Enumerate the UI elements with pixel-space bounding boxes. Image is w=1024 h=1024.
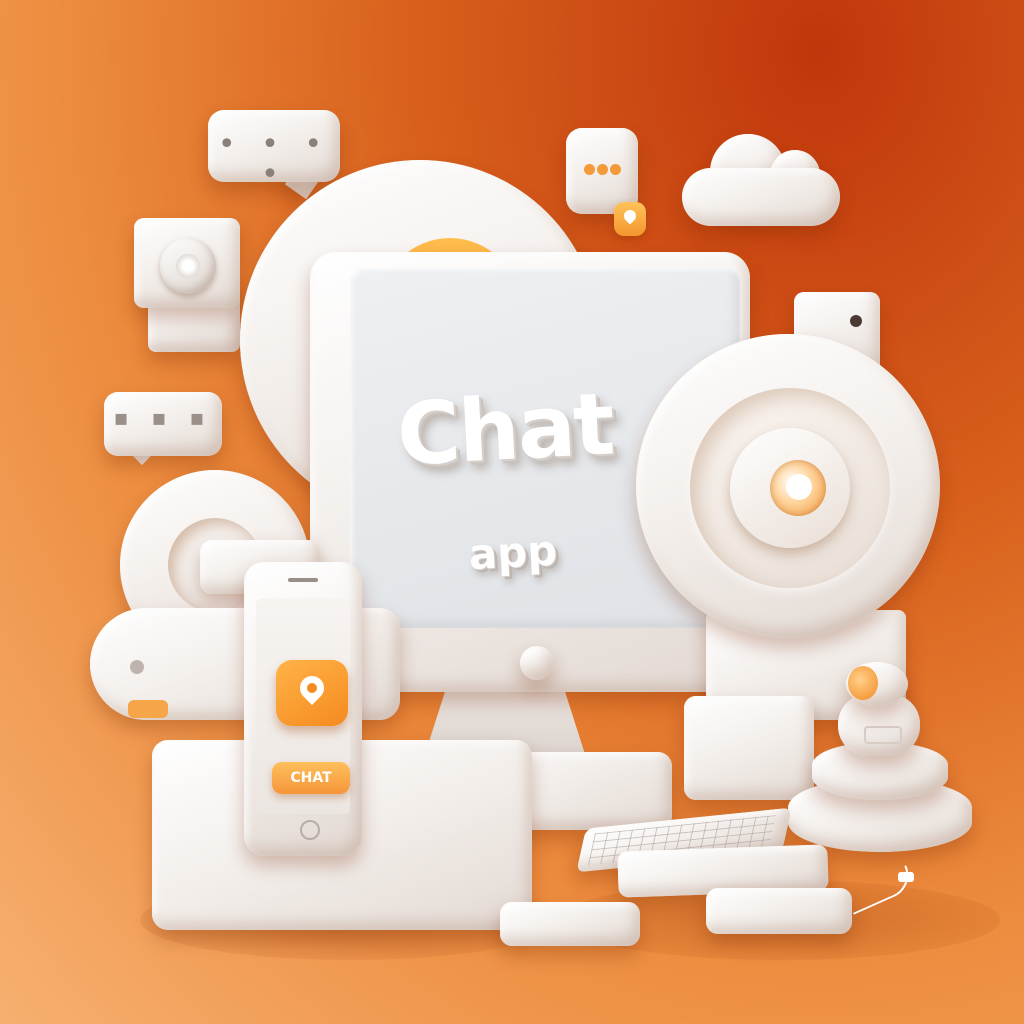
- chat-bubble-icon: ▪ ▪ ▪: [104, 392, 222, 456]
- mount-hole: [850, 315, 862, 327]
- side-bar-hole: [130, 660, 144, 674]
- robot-face: [848, 666, 878, 700]
- phone-home-button: [300, 820, 320, 840]
- phone-speaker: [288, 578, 318, 582]
- chat-bubble-icon: • • • •: [208, 110, 340, 190]
- bubble-orange-dots: [584, 160, 624, 176]
- side-bar-accent: [128, 700, 168, 718]
- phone-chat-button: CHAT: [272, 762, 350, 794]
- monitor-power-button: [520, 646, 554, 680]
- camera-lens-core: [786, 474, 812, 500]
- mouse-icon: [706, 888, 852, 934]
- robot-chest-panel: [864, 726, 902, 744]
- cable-plug: [898, 872, 914, 882]
- bubble-dots: • • • •: [217, 127, 331, 192]
- webcam-lens: [176, 254, 200, 278]
- chat-title: Chat: [394, 374, 616, 486]
- mouse-icon: [500, 902, 640, 946]
- app-subtitle: app: [467, 525, 559, 580]
- cloud-base: [682, 168, 840, 226]
- camera-foot: [684, 696, 814, 800]
- pin-hole: [307, 683, 317, 693]
- bubble-dots: ▪ ▪ ▪: [113, 406, 213, 431]
